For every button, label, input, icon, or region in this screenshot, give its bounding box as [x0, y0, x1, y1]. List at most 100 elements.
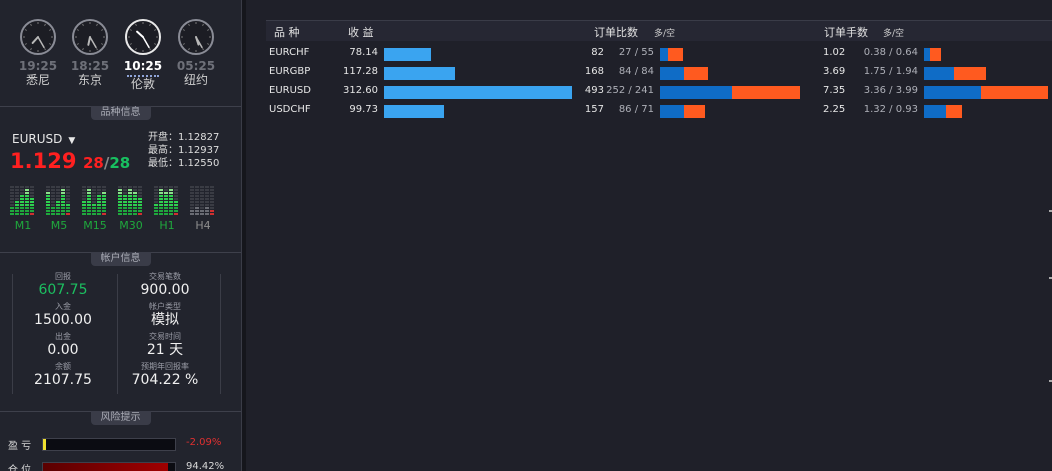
- bid-pip: 28: [109, 154, 131, 172]
- account-value: 704.22 %: [131, 372, 199, 388]
- account-column-left: 回报 607.75 入金 1500.00 出金 0.00 余额 2107.75: [8, 272, 118, 392]
- timeframe-label: M15: [83, 219, 107, 232]
- table-row[interactable]: EURCHF 78.14 82 27 / 55 1.02 0.38 / 0.64: [266, 45, 1052, 63]
- row-order-count: 168: [584, 66, 604, 77]
- account-value: 607.75: [38, 282, 88, 298]
- account-value: 21 天: [146, 342, 184, 358]
- header-long-short: 多/空: [654, 29, 676, 39]
- timeframe-meter-h1[interactable]: [152, 183, 182, 217]
- clock-city: 纽约: [183, 73, 208, 87]
- risk-percent: -2.09%: [186, 437, 222, 448]
- row-order-count: 157: [584, 104, 604, 115]
- lots-short-bar: [946, 105, 962, 118]
- account-label: 交易笔数: [149, 272, 181, 281]
- account-value: 2107.75: [34, 372, 92, 388]
- row-order-long-short: 252 / 241: [606, 85, 654, 96]
- clock-time: 19:25: [18, 59, 58, 73]
- risk-bar-fill: [43, 463, 168, 471]
- lots-short-bar: [930, 48, 942, 61]
- row-profit: 78.14: [349, 47, 378, 58]
- world-clocks: 19:25 悉尼 18:25 东京 10:25 伦敦 05:25 纽约: [0, 18, 241, 98]
- timeframe-meter-m1[interactable]: [8, 183, 38, 217]
- row-symbol: EURCHF: [269, 47, 310, 58]
- risk-label: 盈 亏: [8, 441, 32, 452]
- high-price: 最高：1.12937: [148, 145, 220, 156]
- lots-long-bar: [924, 67, 954, 80]
- timeframe-meter-m5[interactable]: [44, 183, 74, 217]
- current-price: 1.129: [10, 149, 77, 173]
- clock-2[interactable]: 10:25 伦敦: [117, 18, 169, 92]
- clock-face-icon: [125, 19, 161, 55]
- section-header-symbol: 品种信息: [0, 106, 241, 121]
- order-short-bar: [667, 48, 684, 61]
- profit-bar: [384, 86, 572, 99]
- divider: [220, 274, 221, 394]
- section-title: 风险提示: [90, 411, 151, 425]
- section-header-risk: 风险提示: [0, 411, 241, 426]
- account-label: 回报: [55, 272, 71, 281]
- section-header-account: 帐户信息: [0, 252, 241, 267]
- header-lots: 订单手数: [824, 26, 868, 39]
- timeframe-meter-m15[interactable]: [80, 183, 110, 217]
- header-order-ratio: 订单比数: [594, 26, 638, 39]
- clock-3[interactable]: 05:25 纽约: [170, 18, 222, 88]
- risk-percent: 94.42%: [186, 461, 225, 471]
- clock-face-icon: [72, 19, 108, 55]
- ohl-values: 开盘：1.12827 最高：1.12937 最低：1.12550: [148, 131, 219, 170]
- row-order-count: 493: [584, 85, 604, 96]
- timeframe-meter-h4[interactable]: [188, 183, 218, 217]
- lots-short-bar: [980, 86, 1048, 99]
- order-long-bar: [660, 105, 685, 118]
- clock-time: 10:25: [123, 59, 163, 73]
- header-profit: 收 益: [348, 26, 374, 39]
- row-symbol: USDCHF: [269, 104, 311, 115]
- row-profit: 117.28: [343, 66, 378, 77]
- order-long-bar: [660, 67, 684, 80]
- account-value: 900.00: [140, 282, 190, 298]
- risk-bar-fill: [43, 439, 46, 450]
- table-row[interactable]: EURGBP 117.28 168 84 / 84 3.69 1.75 / 1.94: [266, 64, 1052, 82]
- clock-city: 伦敦: [130, 77, 155, 91]
- row-order-long-short: 27 / 55: [618, 47, 654, 58]
- header-symbol: 品 种: [274, 26, 300, 39]
- low-price: 最低：1.12550: [148, 158, 220, 169]
- risk-bar: [42, 438, 176, 451]
- account-value: 0.00: [47, 342, 79, 358]
- row-symbol: EURGBP: [269, 66, 311, 77]
- clock-0[interactable]: 19:25 悉尼: [12, 18, 64, 88]
- clock-city: 悉尼: [25, 73, 50, 87]
- timeframe-meter-m30[interactable]: [116, 183, 146, 217]
- order-short-bar: [683, 67, 708, 80]
- account-label: 入金: [55, 302, 71, 311]
- row-lots: 2.25: [823, 104, 846, 115]
- symbol-selector[interactable]: EURUSD ▼: [12, 132, 75, 146]
- clock-face-icon: [20, 19, 56, 55]
- row-profit: 99.73: [349, 104, 378, 115]
- row-lots-long-short: 1.32 / 0.93: [863, 104, 918, 115]
- profit-bar: [384, 105, 444, 118]
- table-row[interactable]: EURUSD 312.60 493 252 / 241 7.35 3.36 / 3.99: [266, 83, 1052, 101]
- divider: [12, 274, 13, 394]
- order-long-bar: [660, 48, 668, 61]
- timeframe-label: M5: [50, 219, 68, 232]
- header-long-short: 多/空: [883, 29, 905, 39]
- lots-short-bar: [953, 67, 987, 80]
- row-order-count: 82: [591, 47, 604, 58]
- clock-1[interactable]: 18:25 东京: [64, 18, 116, 88]
- section-title: 品种信息: [90, 106, 151, 120]
- timeframe-label: M30: [119, 219, 143, 232]
- timeframe-label: H4: [195, 219, 211, 232]
- order-short-bar: [731, 86, 800, 99]
- clock-time: 18:25: [70, 59, 110, 73]
- order-long-bar: [660, 86, 732, 99]
- row-order-long-short: 84 / 84: [618, 66, 654, 77]
- ask-pip: 28: [83, 154, 104, 172]
- account-value: 模拟: [151, 312, 179, 328]
- risk-bar: [42, 462, 176, 471]
- row-lots-long-short: 1.75 / 1.94: [863, 66, 918, 77]
- account-column-right: 交易笔数 900.00 帐户类型 模拟 交易时间 21 天预期年回报率 704.22 %: [110, 272, 220, 392]
- chevron-down-icon: ▼: [68, 136, 76, 146]
- row-lots-long-short: 0.38 / 0.64: [863, 47, 918, 58]
- section-title: 帐户信息: [90, 252, 151, 266]
- table-row[interactable]: USDCHF 99.73 157 86 / 71 2.25 1.32 / 0.93: [266, 102, 1052, 120]
